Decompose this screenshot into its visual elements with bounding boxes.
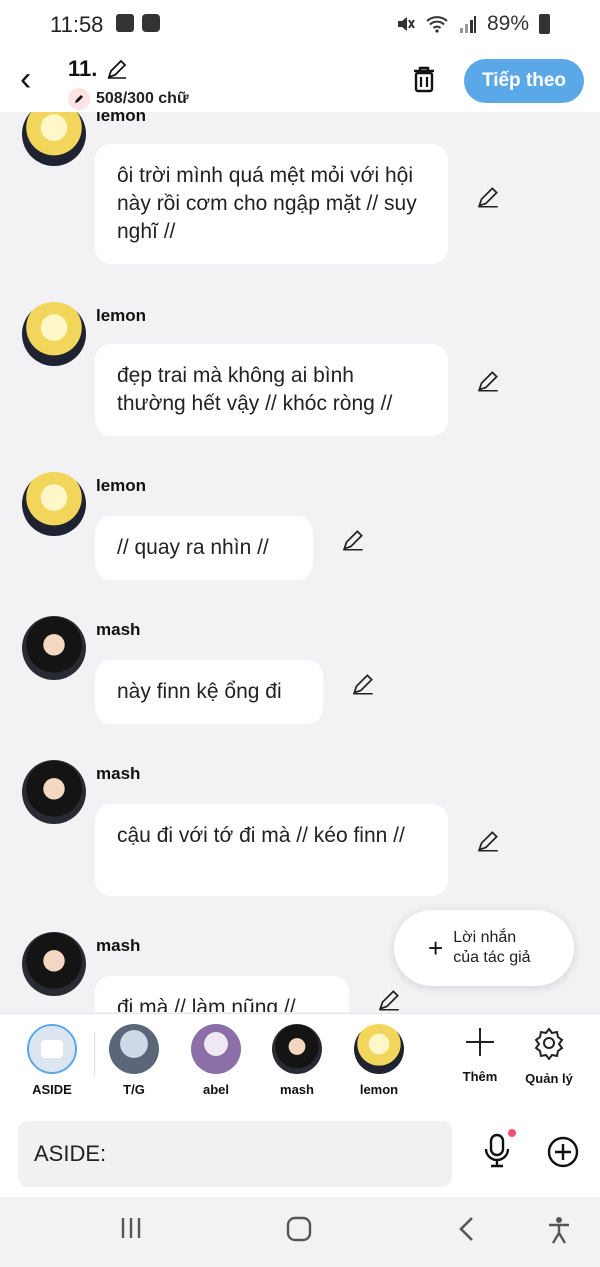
pencil-icon <box>342 530 363 551</box>
mute-icon <box>397 17 415 31</box>
back-nav-button[interactable] <box>456 1215 478 1249</box>
edit-message-button[interactable] <box>475 184 501 210</box>
accessibility-icon <box>549 1217 569 1244</box>
avatar-lemon[interactable] <box>22 472 86 536</box>
mic-button[interactable] <box>482 1133 512 1174</box>
pencil-icon <box>477 187 498 208</box>
pencil-icon <box>477 371 498 392</box>
author-note-line2: của tác giả <box>453 949 531 966</box>
system-nav-bar <box>0 1197 600 1267</box>
message-input[interactable] <box>18 1121 452 1187</box>
pencil-icon <box>107 59 127 79</box>
speaker-name: mash <box>96 936 141 955</box>
author-note-label: Lời nhắn của tác giả <box>453 928 530 968</box>
avatar-lemon[interactable] <box>22 302 86 366</box>
avatar-lemon[interactable] <box>22 112 86 166</box>
chat-area[interactable]: lemon ôi trời mình quá mệt mỏi với hội n… <box>0 112 600 1012</box>
character-abel[interactable]: abel <box>186 1024 246 1097</box>
character-label: lemon <box>359 1082 399 1097</box>
microphone-icon <box>484 1133 510 1168</box>
add-character-button[interactable]: Thêm <box>456 1026 504 1084</box>
composer <box>0 1111 600 1197</box>
gallery-icon <box>116 14 134 32</box>
attach-button[interactable] <box>546 1135 580 1174</box>
pencil-icon <box>352 674 373 695</box>
home-button[interactable] <box>285 1215 313 1249</box>
character-tg[interactable]: T/G <box>104 1024 164 1097</box>
back-button[interactable]: ‹ <box>20 62 31 96</box>
aside-avatar <box>27 1024 77 1074</box>
message-bubble[interactable]: // quay ra nhìn // <box>95 516 313 580</box>
character-label: abel <box>202 1082 229 1097</box>
mash-avatar <box>272 1024 322 1074</box>
character-aside[interactable]: ASIDE <box>22 1024 82 1097</box>
edit-message-button[interactable] <box>475 368 501 394</box>
speaker-name: mash <box>96 764 141 783</box>
add-label: Thêm <box>462 1069 498 1084</box>
manage-label: Quản lý <box>525 1071 573 1086</box>
back-icon <box>459 1217 473 1241</box>
accessibility-button[interactable] <box>546 1215 572 1251</box>
editor-header: ‹ 11. 508/300 chữ Tiếp theo <box>0 48 600 112</box>
signal-icon <box>459 16 476 33</box>
home-icon <box>286 1216 312 1242</box>
battery-icon <box>539 14 550 34</box>
message-bubble[interactable]: này finn kệ ổng đi <box>95 660 323 724</box>
delete-button[interactable] <box>410 64 438 99</box>
screen-record-icon <box>142 14 160 32</box>
battery-percent: 89% <box>486 12 529 35</box>
author-note-button[interactable]: + Lời nhắn của tác giả <box>394 910 574 986</box>
character-label: T/G <box>123 1082 145 1097</box>
aside-icon <box>41 1040 63 1058</box>
character-label: mash <box>280 1082 314 1097</box>
divider <box>94 1032 95 1076</box>
avatar-mash[interactable] <box>22 932 86 996</box>
edit-message-button[interactable] <box>350 671 376 697</box>
status-time: 11:58 <box>50 12 104 37</box>
status-right: 89% <box>395 12 550 36</box>
trash-icon <box>414 66 434 93</box>
status-bar: 11:58 89% <box>0 0 600 48</box>
plus-icon <box>466 1028 494 1056</box>
character-label: ASIDE <box>32 1082 72 1097</box>
abel-avatar <box>191 1024 241 1074</box>
avatar-mash[interactable] <box>22 760 86 824</box>
recents-icon <box>121 1218 141 1238</box>
word-count-text: 508/300 chữ <box>96 90 189 107</box>
gear-icon <box>534 1027 564 1061</box>
lemon-avatar <box>354 1024 404 1074</box>
notification-dot <box>508 1129 516 1137</box>
pencil-icon <box>477 831 498 852</box>
speaker-name: lemon <box>96 476 147 495</box>
edit-message-button[interactable] <box>376 987 402 1012</box>
plus-icon: + <box>428 933 444 963</box>
character-bar: ASIDE T/G abel mash lemon Thêm Quản lý <box>0 1013 600 1111</box>
add-circle-icon <box>547 1136 579 1168</box>
wifi-icon <box>426 16 448 33</box>
message-bubble[interactable]: đi mà // làm nũng // <box>95 976 349 1012</box>
tg-avatar <box>109 1024 159 1074</box>
pencil-badge-icon <box>68 88 90 110</box>
edit-message-button[interactable] <box>475 828 501 854</box>
pencil-icon <box>378 990 399 1011</box>
character-lemon[interactable]: lemon <box>349 1024 409 1097</box>
speaker-name: lemon <box>96 306 147 325</box>
speaker-name: mash <box>96 620 141 639</box>
edit-message-button[interactable] <box>340 527 366 553</box>
message-bubble[interactable]: đẹp trai mà không ai bình thường hết vậy… <box>95 344 448 436</box>
chapter-title-text: 11. <box>68 56 98 81</box>
author-note-line1: Lời nhắn <box>453 929 517 946</box>
next-button[interactable]: Tiếp theo <box>464 59 584 103</box>
word-count: 508/300 chữ <box>68 88 189 110</box>
speaker-name: lemon <box>96 112 147 125</box>
manage-button[interactable]: Quản lý <box>520 1026 578 1086</box>
recent-apps-button[interactable] <box>118 1215 144 1247</box>
avatar-mash[interactable] <box>22 616 86 680</box>
message-bubble[interactable]: cậu đi với tớ đi mà // kéo finn // <box>95 804 448 896</box>
character-mash[interactable]: mash <box>267 1024 327 1097</box>
message-bubble[interactable]: ôi trời mình quá mệt mỏi với hội này rồi… <box>95 144 448 264</box>
chapter-title[interactable]: 11. <box>68 56 129 82</box>
